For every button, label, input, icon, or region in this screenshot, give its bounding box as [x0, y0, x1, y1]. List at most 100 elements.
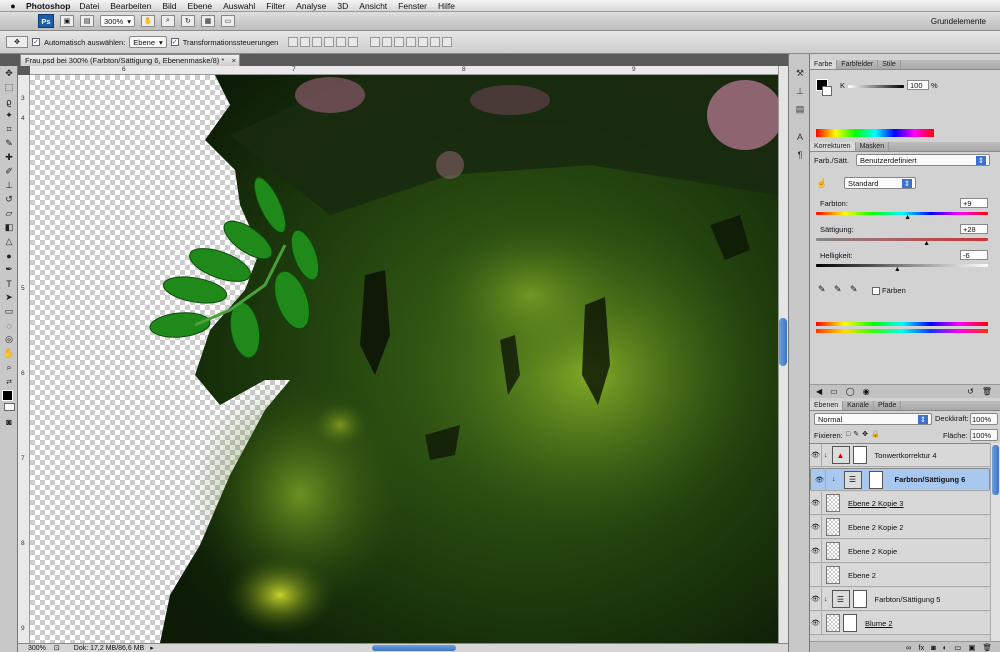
auto-select-checkbox[interactable]: ✓	[32, 38, 40, 46]
status-arrow-icon[interactable]: ▸	[150, 644, 154, 652]
layer-mask-thumbnail[interactable]	[868, 470, 883, 489]
app-menu[interactable]: Photoshop	[26, 1, 70, 11]
layer-row[interactable]: 👁 Ebene 2 Kopie	[810, 539, 990, 563]
arrange-documents-icon[interactable]: ▦	[200, 15, 215, 27]
layer-mask-thumbnail[interactable]	[852, 590, 867, 608]
distribute-vcenter-icon[interactable]	[382, 37, 393, 47]
menu-analyse[interactable]: Analyse	[296, 1, 326, 11]
tab-kanaele[interactable]: Kanäle	[843, 401, 874, 410]
gradient-tool-icon[interactable]: ◧	[2, 221, 16, 234]
saturation-slider-thumb[interactable]: ▲	[923, 240, 930, 247]
menu-fenster[interactable]: Fenster	[398, 1, 427, 11]
view-extras-icon[interactable]: ▤	[80, 15, 94, 27]
visibility-eye-icon[interactable]: 👁	[810, 587, 822, 611]
background-color-chip[interactable]	[822, 86, 832, 96]
hue-slider[interactable]	[816, 212, 988, 215]
layer-row[interactable]: 👁 ↓ ▲ Tonwertkorrektur 4	[810, 444, 990, 467]
visibility-eye-icon[interactable]: 👁	[810, 611, 822, 635]
add-mask-icon[interactable]: ◙	[931, 643, 936, 652]
align-bottom-icon[interactable]	[312, 37, 323, 47]
visibility-eye-icon[interactable]: 👁	[810, 444, 822, 467]
layer-row[interactable]: 👁 ↓ ☰ Farbton/Sättigung 5	[810, 587, 990, 611]
horizontal-scroll-thumb[interactable]	[372, 645, 456, 651]
layer-name[interactable]: Tonwertkorrektur 4	[875, 451, 937, 460]
3d-orbit-tool-icon[interactable]: ◎	[2, 333, 16, 346]
opacity-input[interactable]: 100%	[970, 413, 998, 425]
menu-datei[interactable]: Datei	[79, 1, 99, 11]
lightness-slider[interactable]	[816, 264, 988, 267]
layers-scroll-thumb[interactable]	[992, 445, 999, 495]
lock-options-icon[interactable]: □✎✥🔒	[846, 430, 883, 438]
layer-row[interactable]: 👁 Blume 2	[810, 611, 990, 635]
vertical-scroll-thumb[interactable]	[779, 318, 787, 366]
hand-tool-icon[interactable]: ✋	[2, 347, 16, 360]
layer-name[interactable]: Blume 2	[865, 619, 893, 628]
preset-select[interactable]: Benutzerdefiniert ⇕	[856, 154, 990, 166]
layers-scrollbar[interactable]	[990, 443, 1000, 641]
eyedropper-icon[interactable]: ✎	[818, 284, 826, 295]
shape-tool-icon[interactable]: ▭	[2, 305, 16, 318]
layer-row[interactable]: Ebene 2	[810, 563, 990, 587]
layer-name[interactable]: Ebene 2	[848, 571, 876, 580]
paragraph-dock-icon[interactable]: ¶	[792, 148, 808, 162]
distribute-top-icon[interactable]	[370, 37, 381, 47]
marquee-tool-icon[interactable]: ⬚	[2, 81, 16, 94]
visibility-eye-icon[interactable]: 👁	[814, 468, 826, 491]
history-dock-icon[interactable]: ▤	[792, 102, 808, 116]
link-layers-icon[interactable]: ∞	[906, 643, 911, 652]
tab-stile[interactable]: Stile	[878, 60, 901, 69]
hue-value-input[interactable]: +9	[960, 198, 988, 208]
workspace-switcher[interactable]: Grundelemente	[931, 17, 986, 26]
new-adjustment-icon[interactable]: ◐	[943, 643, 948, 652]
eraser-tool-icon[interactable]: ▱	[2, 207, 16, 220]
reset-icon[interactable]: ↺	[967, 387, 974, 396]
tab-ebenen[interactable]: Ebenen	[810, 401, 844, 410]
menu-bearbeiten[interactable]: Bearbeiten	[110, 1, 151, 11]
path-selection-tool-icon[interactable]: ➤	[2, 291, 16, 304]
layer-name[interactable]: Ebene 2 Kopie	[848, 547, 897, 556]
distribute-hcenter-icon[interactable]	[418, 37, 429, 47]
menu-auswahl[interactable]: Auswahl	[223, 1, 255, 11]
layer-name[interactable]: Farbton/Sättigung 6	[895, 475, 966, 484]
menu-bild[interactable]: Bild	[162, 1, 176, 11]
menu-ansicht[interactable]: Ansicht	[359, 1, 387, 11]
hue-slider-thumb[interactable]: ▲	[904, 214, 911, 221]
tools-dock-icon[interactable]: ⚒	[792, 66, 808, 80]
magic-wand-tool-icon[interactable]: ✦	[2, 109, 16, 122]
eyedropper-tool-icon[interactable]: ✎	[2, 137, 16, 150]
document-tab[interactable]: Frau.psd bei 300% (Farbton/Sättigung 6, …	[20, 54, 240, 66]
menu-3d[interactable]: 3D	[337, 1, 348, 11]
k-value-input[interactable]: 100	[907, 80, 929, 90]
clip-layer-icon[interactable]: ◯	[846, 387, 855, 396]
k-slider[interactable]	[848, 85, 904, 88]
delete-layer-icon[interactable]: 🗑	[982, 643, 992, 652]
layer-mask-thumbnail[interactable]	[852, 446, 867, 464]
layer-row[interactable]: 👁 Ebene 2 Kopie 2	[810, 515, 990, 539]
align-hcenter-icon[interactable]	[336, 37, 347, 47]
edit-range-select[interactable]: Standard ⇕	[844, 177, 916, 189]
visibility-eye-icon[interactable]: 👁	[810, 515, 822, 539]
align-vcenter-icon[interactable]	[300, 37, 311, 47]
new-layer-icon[interactable]: ▣	[968, 643, 975, 652]
menu-filter[interactable]: Filter	[266, 1, 285, 11]
quick-mask-icon[interactable]: ◙	[2, 415, 16, 428]
brush-tool-icon[interactable]: ✐	[2, 165, 16, 178]
transform-controls-checkbox[interactable]: ✓	[170, 38, 179, 46]
zoom-tool-icon[interactable]: ⌕	[160, 15, 175, 27]
saturation-slider[interactable]	[816, 238, 988, 241]
targeted-adjustment-icon[interactable]: ☝	[816, 178, 827, 189]
layer-name[interactable]: Ebene 2 Kopie 2	[848, 523, 903, 532]
clone-stamp-tool-icon[interactable]: ⊥	[2, 179, 16, 192]
auto-select-target-select[interactable]: Ebene ▾	[129, 36, 167, 48]
blur-tool-icon[interactable]: △	[2, 235, 16, 248]
stamp-dock-icon[interactable]: ⊥	[792, 84, 808, 98]
color-ramp[interactable]	[816, 129, 934, 137]
lasso-tool-icon[interactable]: ϱ	[2, 95, 16, 108]
layer-name[interactable]: Farbton/Sättigung 5	[875, 595, 941, 604]
align-right-icon[interactable]	[348, 37, 359, 47]
tab-masken[interactable]: Masken	[856, 142, 890, 151]
history-brush-tool-icon[interactable]: ↺	[2, 193, 16, 206]
zoom-tool-icon[interactable]: ⌕	[2, 361, 16, 374]
status-share-icon[interactable]: ⊡	[54, 644, 60, 652]
colorize-checkbox[interactable]	[872, 287, 880, 295]
